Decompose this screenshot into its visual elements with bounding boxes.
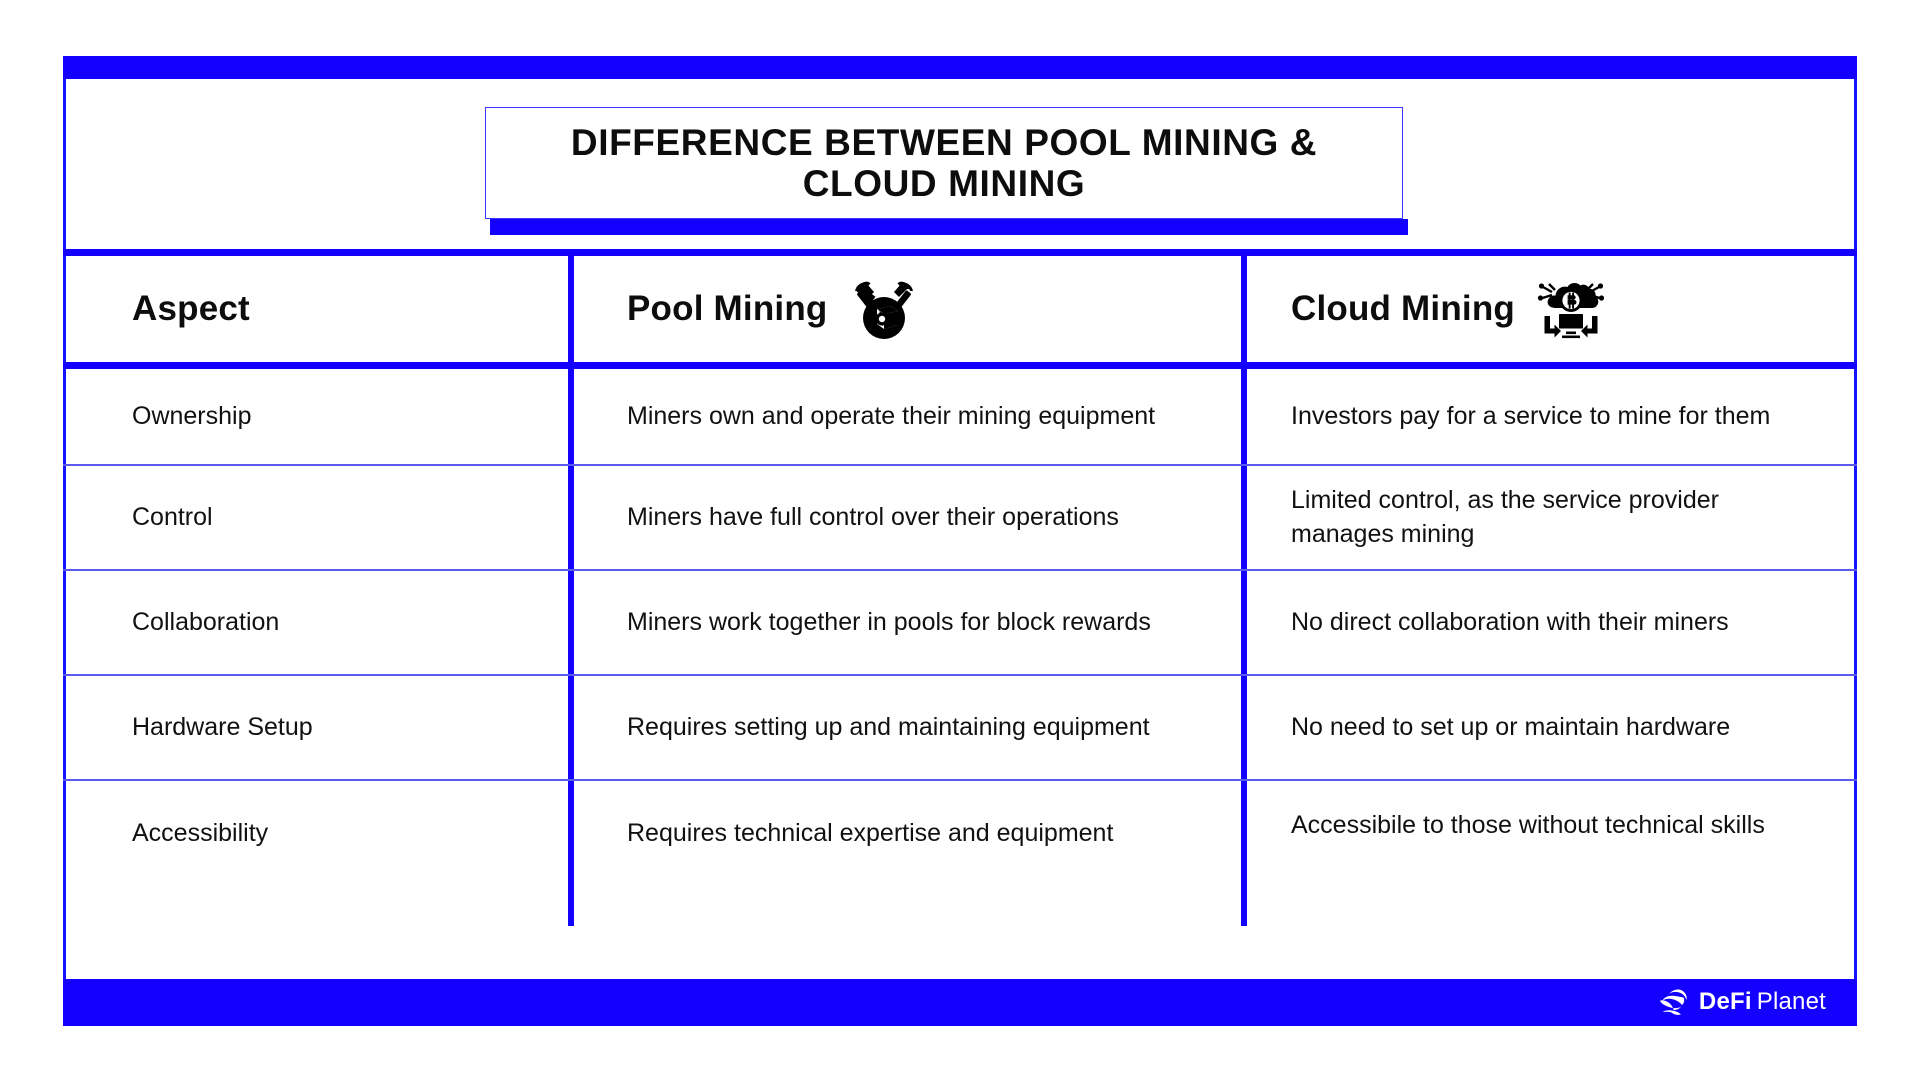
logo-text-defi: DeFi: [1698, 988, 1752, 1015]
cell-pool-mining: Miners work together in pools for block …: [574, 571, 1247, 674]
table-row: Ownership Miners own and operate their m…: [63, 369, 1857, 466]
pool-mining-description: Requires setting up and maintaining equi…: [627, 712, 1150, 741]
aspect-label: Collaboration: [132, 607, 280, 636]
header-cell-cloud-mining: Cloud Mining: [1247, 256, 1857, 362]
table-row: Control Miners have full control over th…: [63, 466, 1857, 571]
cell-aspect: Collaboration: [63, 571, 574, 674]
pool-mining-description: Requires technical expertise and equipme…: [627, 819, 1114, 847]
table-row: Collaboration Miners work together in po…: [63, 571, 1857, 676]
pickaxe-block-icon: [850, 278, 918, 340]
top-accent-bar: [63, 56, 1857, 79]
cell-aspect: Accessibility: [63, 781, 574, 926]
column-header-cloud-mining: Cloud Mining: [1291, 289, 1516, 328]
pool-mining-description: Miners have full control over their oper…: [627, 502, 1119, 531]
cell-cloud-mining: Investors pay for a service to mine for …: [1247, 369, 1857, 464]
table-header-row: Aspect Pool Mining Cloud Mining: [63, 256, 1857, 369]
logo-text-planet: Planet: [1756, 988, 1826, 1015]
cloud-mining-description: Investors pay for a service to mine for …: [1291, 401, 1771, 430]
cell-aspect: Hardware Setup: [63, 676, 574, 779]
cloud-mining-description: No direct collaboration with their miner…: [1291, 607, 1729, 636]
aspect-label: Hardware Setup: [132, 712, 313, 741]
header-cell-aspect: Aspect: [63, 256, 574, 362]
title-block: DIFFERENCE BETWEEN POOL MINING & CLOUD M…: [485, 107, 1408, 235]
globe-icon: [1659, 987, 1690, 1018]
page-title: DIFFERENCE BETWEEN POOL MINING & CLOUD M…: [570, 121, 1318, 204]
cell-aspect: Control: [63, 466, 574, 569]
table-row: Hardware Setup Requires setting up and m…: [63, 676, 1857, 781]
infographic-card: DIFFERENCE BETWEEN POOL MINING & CLOUD M…: [63, 56, 1857, 1026]
cell-cloud-mining: Accessibile to those without technical s…: [1247, 781, 1857, 926]
cell-pool-mining: Miners have full control over their oper…: [574, 466, 1247, 569]
cloud-mining-description: Limited control, as the service provider…: [1291, 486, 1719, 548]
table-row: Accessibility Requires technical experti…: [63, 781, 1857, 926]
cell-pool-mining: Requires technical expertise and equipme…: [574, 781, 1247, 926]
pool-mining-description: Miners own and operate their mining equi…: [627, 401, 1156, 430]
pool-mining-description: Miners work together in pools for block …: [627, 607, 1151, 636]
cloud-bitcoin-monitor-icon: [1537, 278, 1605, 340]
comparison-table: Aspect Pool Mining Cloud Mining Ownershi…: [63, 249, 1857, 979]
cloud-mining-description: No need to set up or maintain hardware: [1291, 712, 1731, 741]
aspect-label: Accessibility: [132, 819, 269, 847]
defi-planet-logo: DeFi Planet: [1659, 986, 1826, 1018]
column-header-pool-mining: Pool Mining: [627, 289, 828, 328]
cloud-mining-description: Accessibile to those without technical s…: [1291, 811, 1765, 839]
column-header-aspect: Aspect: [132, 289, 250, 328]
title-box: DIFFERENCE BETWEEN POOL MINING & CLOUD M…: [485, 107, 1403, 219]
cell-cloud-mining: No direct collaboration with their miner…: [1247, 571, 1857, 674]
logo-text: DeFi Planet: [1699, 988, 1826, 1016]
cell-aspect: Ownership: [63, 369, 574, 464]
header-cell-pool-mining: Pool Mining: [574, 256, 1247, 362]
cell-cloud-mining: Limited control, as the service provider…: [1247, 466, 1857, 569]
aspect-label: Ownership: [132, 401, 252, 430]
cell-pool-mining: Requires setting up and maintaining equi…: [574, 676, 1247, 779]
aspect-label: Control: [132, 502, 213, 531]
title-underline-bar: [490, 219, 1408, 235]
bottom-accent-bar: [63, 979, 1857, 1026]
cell-cloud-mining: No need to set up or maintain hardware: [1247, 676, 1857, 779]
cell-pool-mining: Miners own and operate their mining equi…: [574, 369, 1247, 464]
